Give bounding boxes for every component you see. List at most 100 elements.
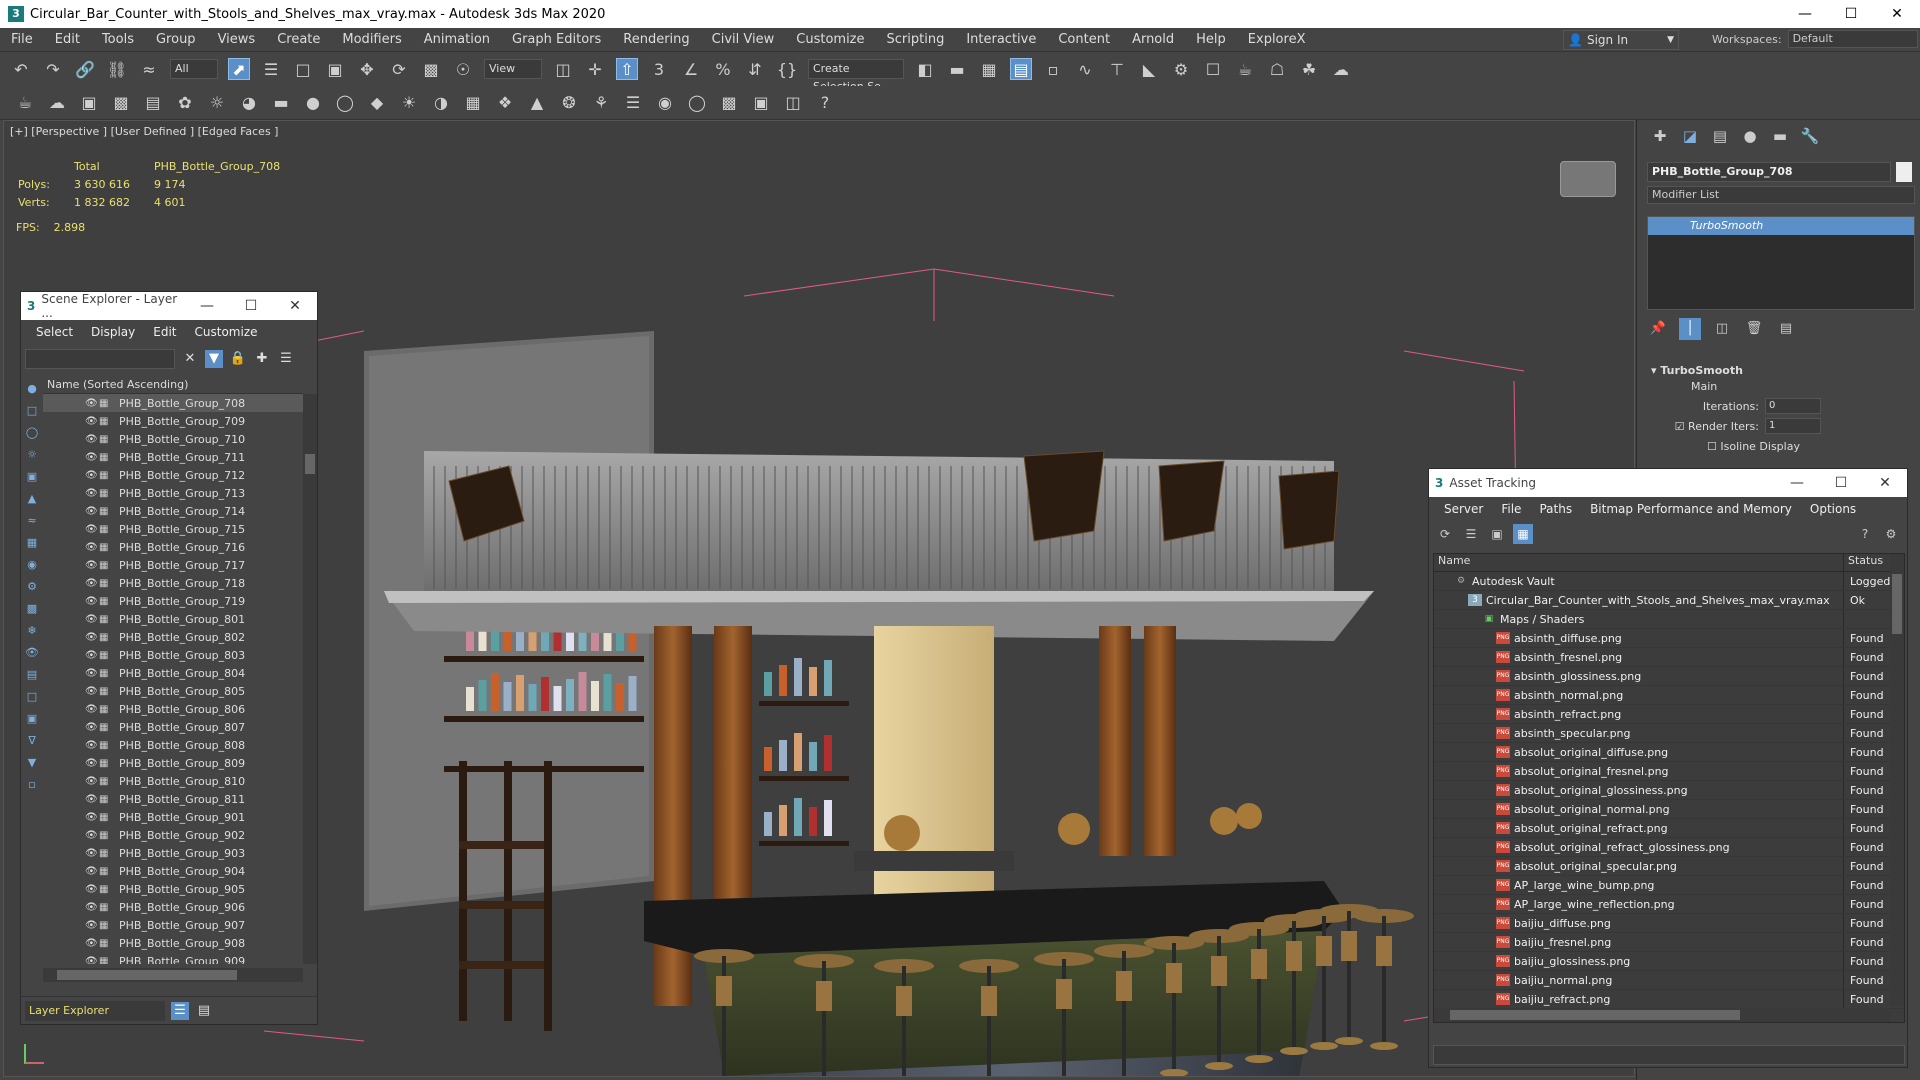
scale-icon[interactable]: ▩ — [420, 58, 442, 80]
visibility-eye-icon[interactable]: 👁 — [85, 722, 99, 733]
table-row[interactable]: PNG baijiu_refract.png Found — [1434, 990, 1904, 1009]
group-filter-icon[interactable]: ▦ — [24, 535, 40, 551]
move-icon[interactable]: ✥ — [356, 58, 378, 80]
list-item[interactable]: 👁 ▦ PHB_Bottle_Group_715 — [43, 520, 303, 538]
list-item[interactable]: 👁 ▦ PHB_Bottle_Group_806 — [43, 700, 303, 718]
menu-content[interactable]: Content — [1047, 32, 1121, 47]
list-item[interactable]: 👁 ▦ PHB_Bottle_Group_808 — [43, 736, 303, 754]
filter-funnel-icon[interactable]: ▼ — [24, 755, 40, 771]
select-manipulate-icon[interactable]: ✛ — [584, 58, 606, 80]
menu-animation[interactable]: Animation — [413, 32, 501, 47]
toggle-layer-explorer-icon[interactable]: ▤ — [1010, 58, 1032, 80]
visibility-eye-icon[interactable]: 👁 — [85, 776, 99, 787]
vray-light-icon[interactable]: ☼ — [206, 92, 228, 114]
table-row[interactable]: PNG baijiu_fresnel.png Found — [1434, 933, 1904, 952]
visibility-eye-icon[interactable]: 👁 — [85, 668, 99, 679]
select-object-icon[interactable]: ⬈ — [228, 58, 250, 80]
table-row[interactable]: PNG absinth_refract.png Found — [1434, 705, 1904, 724]
table-row[interactable]: PNG absolut_original_glossiness.png Found — [1434, 781, 1904, 800]
frozen-filter-icon[interactable]: ❄ — [24, 623, 40, 639]
list-item[interactable]: 👁 ▦ PHB_Bottle_Group_909 — [43, 952, 303, 965]
visibility-eye-icon[interactable]: 👁 — [85, 506, 99, 517]
visibility-eye-icon[interactable]: 👁 — [85, 416, 99, 427]
sign-in-dropdown[interactable]: 👤 Sign In ▼ — [1563, 30, 1679, 50]
spinner-snap-icon[interactable]: ⇵ — [744, 58, 766, 80]
render-iterative-icon[interactable]: ☖ — [1266, 58, 1288, 80]
visibility-eye-icon[interactable]: 👁 — [85, 884, 99, 895]
render-iters-checkbox[interactable]: ☑ — [1675, 420, 1685, 433]
menu-help[interactable]: Help — [1185, 32, 1237, 47]
folder-icon[interactable]: ▫ — [24, 777, 40, 793]
vfb-icon[interactable]: ◫ — [782, 92, 804, 114]
link-icon[interactable]: 🔗 — [74, 58, 96, 80]
list-item[interactable]: 👁 ▦ PHB_Bottle_Group_904 — [43, 862, 303, 880]
table-row[interactable]: PNG absinth_specular.png Found — [1434, 724, 1904, 743]
menu-civil-view[interactable]: Civil View — [701, 32, 786, 47]
table-row[interactable]: ⚙ Autodesk Vault Logged — [1434, 572, 1904, 591]
add-layer-icon[interactable]: ✚ — [253, 350, 271, 368]
layer-explorer-icon[interactable]: ☰ — [171, 1001, 189, 1020]
sun-icon[interactable]: ☀ — [398, 92, 420, 114]
menu-modifiers[interactable]: Modifiers — [331, 32, 412, 47]
at-menu-options[interactable]: Options — [1801, 502, 1865, 516]
rectangular-selection-icon[interactable]: □ — [292, 58, 314, 80]
sync-selection-icon[interactable]: ∇ — [24, 733, 40, 749]
clear-search-icon[interactable]: ✕ — [181, 350, 199, 368]
list-item[interactable]: 👁 ▦ PHB_Bottle_Group_711 — [43, 448, 303, 466]
table-row[interactable]: PNG baijiu_normal.png Found — [1434, 971, 1904, 990]
modify-tab-icon[interactable]: ◪ — [1675, 127, 1705, 145]
visibility-eye-icon[interactable]: 👁 — [85, 542, 99, 553]
visibility-eye-icon[interactable]: 👁 — [85, 848, 99, 859]
list-item[interactable]: 👁 ▦ PHB_Bottle_Group_716 — [43, 538, 303, 556]
menu-graph-editors[interactable]: Graph Editors — [501, 32, 612, 47]
render-region-icon[interactable]: ▩ — [110, 92, 132, 114]
menu-rendering[interactable]: Rendering — [612, 32, 700, 47]
visibility-eye-icon[interactable]: 👁 — [85, 794, 99, 805]
table-row[interactable]: PNG absolut_original_diffuse.png Found — [1434, 743, 1904, 762]
visibility-eye-icon[interactable]: 👁 — [85, 398, 99, 409]
filter-icon[interactable]: ▼ — [205, 350, 223, 368]
viewcube[interactable] — [1560, 161, 1616, 197]
bind-space-warp-icon[interactable]: ≈ — [138, 58, 160, 80]
table-row[interactable]: PNG baijiu_glossiness.png Found — [1434, 952, 1904, 971]
list-item[interactable]: 👁 ▦ PHB_Bottle_Group_801 — [43, 610, 303, 628]
visibility-eye-icon[interactable]: 👁 — [85, 704, 99, 715]
list-item[interactable]: 👁 ▦ PHB_Bottle_Group_811 — [43, 790, 303, 808]
rollout-title[interactable]: ▾ TurboSmooth — [1645, 364, 1915, 380]
table-row[interactable]: PNG absolut_original_normal.png Found — [1434, 800, 1904, 819]
table-row[interactable]: PNG absinth_diffuse.png Found — [1434, 629, 1904, 648]
remove-modifier-icon[interactable]: 🗑 — [1743, 318, 1765, 340]
table-row[interactable]: PNG absinth_normal.png Found — [1434, 686, 1904, 705]
render-production-icon[interactable]: ☕ — [1234, 58, 1256, 80]
at-menu-server[interactable]: Server — [1435, 502, 1492, 516]
teapot-icon[interactable]: ☕ — [14, 92, 36, 114]
at-menu-paths[interactable]: Paths — [1530, 502, 1581, 516]
modifier-list-dropdown[interactable]: Modifier List — [1647, 186, 1915, 204]
menu-explorex[interactable]: ExploreX — [1237, 32, 1317, 47]
configure-sets-icon[interactable]: ▤ — [1775, 318, 1797, 340]
display-tab-icon[interactable]: ▬ — [1765, 127, 1795, 145]
percent-snap-icon[interactable]: % — [712, 58, 734, 80]
hidden-filter-icon[interactable]: 👁 — [24, 645, 40, 661]
snaps-toggle-icon[interactable]: 3 — [648, 58, 670, 80]
invert-selection-icon[interactable]: ▣ — [24, 711, 40, 727]
keyboard-shortcut-override-icon[interactable]: ⇧ — [616, 58, 638, 80]
help-icon[interactable]: ? — [1855, 524, 1875, 544]
hierarchy-icon[interactable]: ▤ — [195, 1002, 213, 1020]
visibility-eye-icon[interactable]: 👁 — [85, 560, 99, 571]
render-iters-spinner[interactable]: 1 — [1765, 418, 1821, 434]
render-setup-icon[interactable]: ⚙ — [1170, 58, 1192, 80]
list-item[interactable]: 👁 ▦ PHB_Bottle_Group_905 — [43, 880, 303, 898]
visibility-eye-icon[interactable]: 👁 — [85, 938, 99, 949]
angle-snap-icon[interactable]: ∠ — [680, 58, 702, 80]
layers-icon[interactable]: ☰ — [277, 350, 295, 368]
spacewarp-filter-icon[interactable]: ≈ — [24, 513, 40, 529]
iterations-spinner[interactable]: 0 — [1765, 398, 1821, 414]
visibility-eye-icon[interactable]: 👁 — [85, 596, 99, 607]
select-all-icon[interactable]: ▤ — [24, 667, 40, 683]
list-item[interactable]: 👁 ▦ PHB_Bottle_Group_908 — [43, 934, 303, 952]
menu-file[interactable]: File — [0, 32, 44, 47]
redo-icon[interactable]: ↷ — [42, 58, 64, 80]
visibility-eye-icon[interactable]: 👁 — [85, 866, 99, 877]
grass-icon[interactable]: ⚘ — [590, 92, 612, 114]
